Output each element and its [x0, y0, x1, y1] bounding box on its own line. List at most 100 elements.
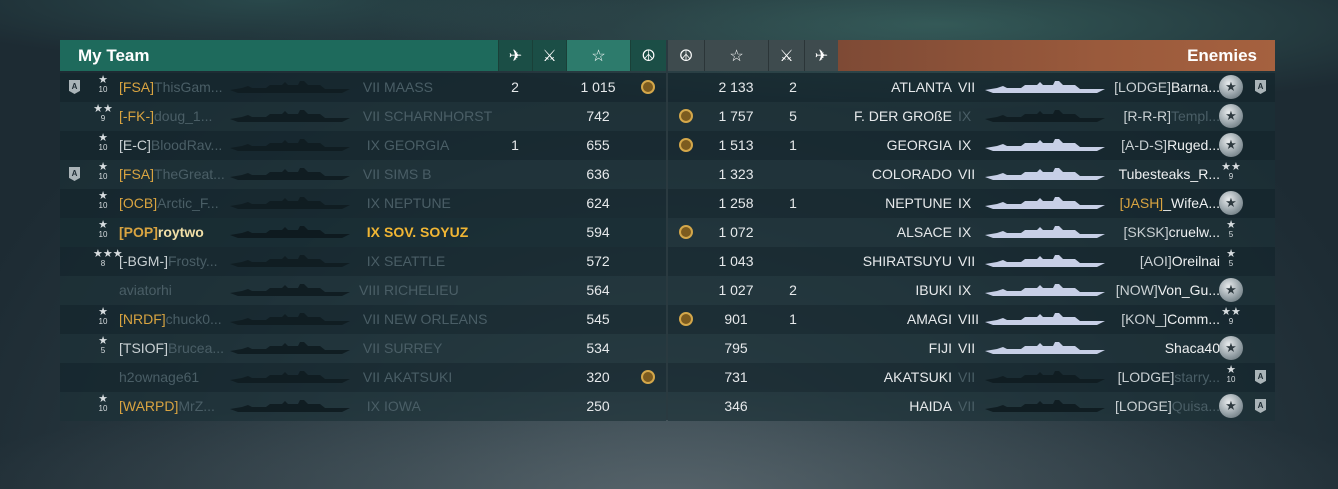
- player-name[interactable]: Shaca40: [1108, 334, 1220, 363]
- ship-name: IOWA: [384, 398, 421, 414]
- player-name[interactable]: [NOW]Von_Gu...: [1108, 276, 1220, 305]
- enemies-list: 2 133 2 ATLANTA VII [LODGE]Barna... ★ A 1 757 5 F…: [668, 73, 1275, 421]
- ship-silhouette: [984, 371, 1106, 384]
- table-row[interactable]: ★★★ 8 [-BGM-]Frosty... IX SEATTLE 572: [60, 247, 666, 276]
- table-row[interactable]: 1 323 COLORADO VII Tubesteaks_R... ★★ 9: [668, 160, 1275, 189]
- enemies-header: ☮ ☆ ⚔ ✈ Enemies: [668, 40, 1275, 71]
- rank-number: 10: [98, 317, 108, 326]
- rank-medal-icon: ★: [1219, 75, 1243, 99]
- rank-number: 5: [100, 346, 106, 355]
- player-name[interactable]: [WARPD]MrZ...: [119, 392, 229, 421]
- table-row[interactable]: 795 FIJI VII Shaca40 ★: [668, 334, 1275, 363]
- clan-tag: [AOI]: [1139, 253, 1172, 269]
- table-row[interactable]: ★ 5 [TSIOF]Brucea... VII SURREY 534: [60, 334, 666, 363]
- table-row[interactable]: ★ 10 [WARPD]MrZ... IX IOWA 250: [60, 392, 666, 421]
- player-nickname: Arctic_F...: [157, 195, 219, 211]
- player-name[interactable]: h2ownage61: [119, 363, 229, 392]
- player-name[interactable]: [SKSK]cruelw...: [1108, 218, 1221, 247]
- kills-value: 5: [789, 108, 797, 124]
- xp-value: 320: [586, 369, 610, 385]
- xp-value: 594: [586, 224, 610, 240]
- table-row[interactable]: ★ 10 [POP]roytwo IX SOV. SOYUZ 594: [60, 218, 666, 247]
- table-row[interactable]: ★★ 9 [-FK-]doug_1... VII SCHARNHORST 742: [60, 102, 666, 131]
- ship-name: ALSACE: [896, 224, 952, 240]
- player-name[interactable]: [POP]roytwo: [119, 218, 229, 247]
- player-name[interactable]: [FSA]ThisGam...: [119, 73, 229, 102]
- ship-tier: IX: [366, 195, 380, 211]
- ship-tier: VII: [362, 108, 380, 124]
- table-row[interactable]: ★ 10 [NRDF]chuck0... VII NEW ORLEANS 545: [60, 305, 666, 334]
- player-name[interactable]: Tubesteaks_R...: [1108, 160, 1220, 189]
- player-name[interactable]: [-FK-]doug_1...: [119, 102, 229, 131]
- table-row[interactable]: 1 072 ALSACE IX [SKSK]cruelw... ★ 5: [668, 218, 1275, 247]
- rank-number: 10: [1226, 375, 1236, 384]
- kills-value: 2: [789, 282, 797, 298]
- table-row[interactable]: 731 AKATSUKI VII [LODGE]starry... ★ 10 A: [668, 363, 1275, 392]
- player-nickname: Barna...: [1170, 79, 1220, 95]
- crossed-swords-icon[interactable]: ⚔: [532, 40, 566, 71]
- table-row[interactable]: 901 1 AMAGI VIII [KON_]Comm... ★★ 9: [668, 305, 1275, 334]
- player-name[interactable]: [NRDF]chuck0...: [119, 305, 229, 334]
- ship-tier: VIII: [358, 282, 380, 298]
- table-row[interactable]: h2ownage61 VII AKATSUKI 320: [60, 363, 666, 392]
- player-name[interactable]: [JASH]_WifeA...: [1108, 189, 1220, 218]
- plane-icon[interactable]: ✈: [498, 40, 532, 71]
- player-name[interactable]: [E-C]BloodRav...: [119, 131, 229, 160]
- table-row[interactable]: 1 513 1 GEORGIA IX [A-D-S]Ruged... ★: [668, 131, 1275, 160]
- player-nickname: starry...: [1174, 369, 1220, 385]
- table-row[interactable]: 346 HAIDA VII [LODGE]Quisa... ★ A: [668, 392, 1275, 421]
- clan-tag: [LODGE]: [1114, 79, 1171, 95]
- player-name[interactable]: [FSA]TheGreat...: [119, 160, 229, 189]
- rank-icon: ★ 10: [93, 220, 113, 240]
- ship-name: RICHELIEU: [384, 282, 459, 298]
- ship-silhouette: [230, 139, 350, 152]
- clan-tag: [KON_]: [1121, 311, 1168, 327]
- player-name[interactable]: aviatorhi: [119, 276, 229, 305]
- table-row[interactable]: ★ 10 [E-C]BloodRav... IX GEORGIA 1 655: [60, 131, 666, 160]
- player-name[interactable]: [-BGM-]Frosty...: [119, 247, 229, 276]
- division-badge: A: [1255, 399, 1266, 413]
- player-name[interactable]: [LODGE]Quisa...: [1108, 392, 1220, 421]
- laurel-icon[interactable]: ☮: [668, 40, 704, 71]
- clan-tag: [FSA]: [119, 79, 155, 95]
- player-name[interactable]: [KON_]Comm...: [1108, 305, 1220, 334]
- ship-name: HAIDA: [909, 398, 952, 414]
- ship-name: IBUKI: [915, 282, 952, 298]
- star-icon[interactable]: ☆: [566, 40, 630, 71]
- crossed-swords-icon[interactable]: ⚔: [768, 40, 804, 71]
- laurel-icon[interactable]: ☮: [630, 40, 666, 71]
- rank-icon: ★★★ 8: [93, 249, 123, 269]
- plane-icon[interactable]: ✈: [804, 40, 838, 71]
- player-name[interactable]: [TSIOF]Brucea...: [119, 334, 229, 363]
- ship-silhouette: [984, 81, 1106, 94]
- table-row[interactable]: 2 133 2 ATLANTA VII [LODGE]Barna... ★ A: [668, 73, 1275, 102]
- table-row[interactable]: A ★ 10 [FSA]ThisGam... VII MAASS 2 1 015: [60, 73, 666, 102]
- ship-name: SEATTLE: [384, 253, 446, 269]
- xp-value: 545: [586, 311, 610, 327]
- rank-number: 5: [1228, 259, 1234, 268]
- player-name[interactable]: [A-D-S]Ruged...: [1108, 131, 1220, 160]
- table-row[interactable]: 1 043 SHIRATSUYU VII [AOI]Oreilnai ★ 5: [668, 247, 1275, 276]
- ship-silhouette: [230, 400, 350, 413]
- player-name[interactable]: [OCB]Arctic_F...: [119, 189, 229, 218]
- player-nickname: cruelw...: [1168, 224, 1220, 240]
- player-name[interactable]: [LODGE]Barna...: [1108, 73, 1220, 102]
- player-name[interactable]: [AOI]Oreilnai: [1108, 247, 1220, 276]
- player-name[interactable]: [LODGE]starry...: [1108, 363, 1220, 392]
- table-row[interactable]: ★ 10 [OCB]Arctic_F... IX NEPTUNE 624: [60, 189, 666, 218]
- ship-name: AKATSUKI: [883, 369, 952, 385]
- xp-value: 636: [586, 166, 610, 182]
- player-name[interactable]: [R-R-R]Templ...: [1108, 102, 1220, 131]
- table-row[interactable]: A ★ 10 [FSA]TheGreat... VII SIMS B 636: [60, 160, 666, 189]
- table-row[interactable]: 1 258 1 NEPTUNE IX [JASH]_WifeA... ★: [668, 189, 1275, 218]
- clan-tag: [E-C]: [119, 137, 151, 153]
- clan-tag: [R-R-R]: [1123, 108, 1171, 124]
- star-icon[interactable]: ☆: [704, 40, 768, 71]
- table-row[interactable]: 1 757 5 F. DER GROßE IX [R-R-R]Templ... ★: [668, 102, 1275, 131]
- ship-silhouette: [984, 342, 1106, 355]
- rank-number: 8: [100, 259, 106, 268]
- player-nickname: Tubesteaks_R...: [1118, 166, 1220, 182]
- table-row[interactable]: 1 027 2 IBUKI IX [NOW]Von_Gu... ★: [668, 276, 1275, 305]
- ship-tier: IX: [958, 108, 972, 124]
- table-row[interactable]: aviatorhi VIII RICHELIEU 564: [60, 276, 666, 305]
